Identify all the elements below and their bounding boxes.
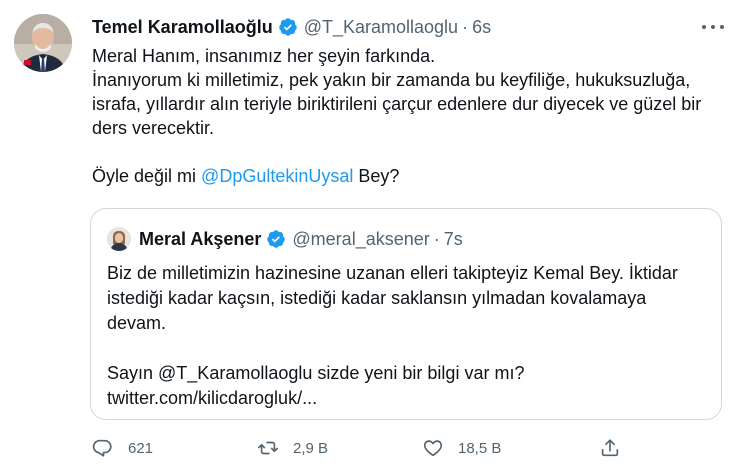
like-button[interactable]: 18,5 B — [422, 436, 501, 460]
quoted-text-line: Sayın @T_Karamollaoglu sizde yeni bir bi… — [107, 363, 525, 383]
author-handle[interactable]: @T_Karamollaoglu — [304, 16, 458, 38]
reply-button[interactable]: 621 — [92, 436, 153, 460]
mention-link[interactable]: @DpGultekinUysal — [201, 166, 353, 186]
tweet-text-line: israfa, yıllardır alın teriyle biriktiri… — [92, 94, 702, 114]
heart-icon — [423, 440, 443, 457]
reply-icon — [92, 439, 112, 457]
quoted-avatar-image — [107, 227, 131, 251]
quoted-tweet-text: Biz de milletimizin hazinesine uzanan el… — [107, 261, 707, 411]
retweet-count: 2,9 B — [293, 439, 329, 457]
author-name[interactable]: Temel Karamollaoğlu — [92, 16, 273, 38]
quoted-author-name: Meral Akşener — [139, 229, 262, 249]
tweet-actions: 621 2,9 B 18,5 B — [92, 436, 632, 460]
tweet-timestamp[interactable]: 6s — [472, 16, 491, 38]
quoted-text-line: Biz de milletimizin hazinesine uzanan el… — [107, 263, 678, 283]
author-avatar[interactable] — [14, 14, 72, 72]
separator-dot: · — [433, 229, 440, 249]
separator-dot: · — [462, 17, 469, 37]
verified-badge-icon — [266, 229, 286, 249]
reply-count: 621 — [128, 439, 154, 457]
quoted-text-line: devam. — [107, 313, 167, 333]
share-button[interactable] — [599, 436, 621, 460]
quoted-author-handle: @meral_aksener — [292, 229, 430, 249]
verified-badge-icon — [278, 17, 298, 37]
tweet-text-line: ders verecektir. — [92, 118, 215, 138]
quoted-tweet-header: Meral Akşener @meral_aksener · 7s — [139, 227, 463, 251]
quoted-author-avatar — [107, 227, 131, 251]
tweet-header: Temel Karamollaoğlu @T_Karamollaoglu · 6… — [92, 16, 700, 38]
share-icon — [601, 439, 619, 457]
quoted-text-line: twitter.com/kilicdarogluk/... — [107, 388, 318, 408]
tweet-text-line: İnanıyorum ki milletimiz, pek yakın bir … — [92, 70, 691, 90]
retweet-icon — [258, 441, 278, 455]
text-prefix: Öyle değil mi — [92, 166, 202, 186]
tweet[interactable]: Temel Karamollaoğlu @T_Karamollaoglu · 6… — [0, 0, 740, 474]
quoted-text-line: istediği kadar kaçsın, istediği kadar sa… — [107, 288, 647, 308]
tweet-text: Meral Hanım, insanımız her şeyin farkınd… — [92, 44, 732, 188]
text-suffix: Bey? — [353, 166, 400, 186]
tweet-text-line: Öyle değil mi @DpGultekinUysal Bey? — [92, 164, 732, 188]
quoted-tweet-timestamp: 7s — [443, 229, 463, 249]
tweet-text-line: Meral Hanım, insanımız her şeyin farkınd… — [92, 46, 436, 66]
retweet-button[interactable]: 2,9 B — [257, 436, 328, 460]
quoted-tweet[interactable]: Meral Akşener @meral_aksener · 7s Biz de… — [90, 208, 722, 420]
more-icon[interactable] — [702, 18, 724, 36]
like-count: 18,5 B — [458, 439, 502, 457]
avatar-image — [14, 14, 72, 72]
